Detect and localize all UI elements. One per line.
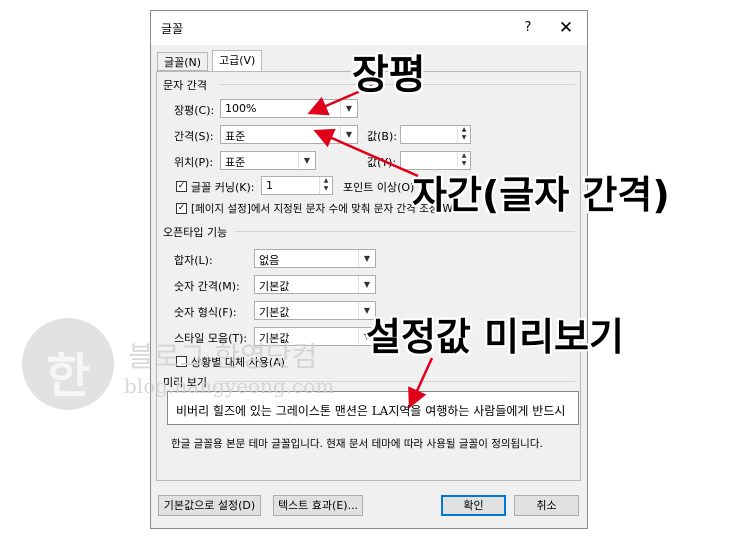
annotation-spacing: 자간(글자 간격)	[412, 173, 670, 217]
preview-arrow	[408, 357, 434, 409]
annotation-preview: 설정값 미리보기	[366, 315, 624, 359]
annotation-scale: 장평	[352, 52, 426, 98]
spacing-arrow	[313, 128, 419, 178]
